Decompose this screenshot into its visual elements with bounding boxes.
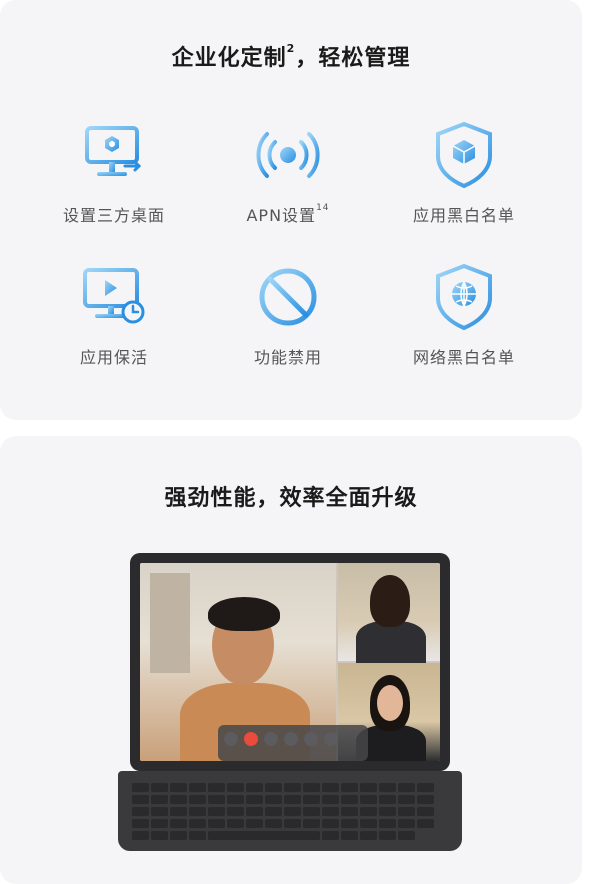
custom-desktop-icon — [85, 126, 142, 176]
feature-app-keepalive: 应用保活 — [24, 262, 204, 368]
network-whitelist-shield-icon — [436, 263, 492, 331]
side-video-participant-1 — [338, 563, 440, 663]
feature-network-whitelist: 网络黑白名单 — [374, 262, 554, 368]
person-hair — [208, 597, 280, 631]
app-keepalive-icon — [83, 268, 145, 324]
keyboard-row — [132, 825, 417, 840]
keyboard-row — [132, 801, 436, 816]
camera-button[interactable] — [264, 732, 278, 746]
person-suit — [356, 621, 426, 663]
feature-custom-desktop: 设置三方桌面 — [24, 120, 204, 226]
app-whitelist-shield-icon — [436, 121, 492, 189]
add-participant-button[interactable] — [324, 732, 338, 746]
speaker-button[interactable] — [284, 732, 298, 746]
mute-button[interactable] — [224, 732, 238, 746]
video-call-screen — [140, 563, 440, 761]
feature-label: 应用保活 — [79, 348, 148, 367]
hangup-button[interactable] — [244, 732, 258, 746]
apn-signal-icon — [256, 132, 320, 178]
feature-apn-settings: APN设置14 — [198, 120, 378, 226]
enterprise-customization-card: 企业化定制2，轻松管理 设置三方桌面 APN设置14 应用黑白名单 应用保活 功… — [0, 0, 582, 420]
keyboard-row — [132, 777, 436, 792]
feature-label: 应用黑白名单 — [412, 206, 515, 225]
call-control-bar — [218, 725, 368, 761]
section-title-customization: 企业化定制2，轻松管理 — [171, 42, 411, 71]
feature-label: 设置三方桌面 — [62, 206, 165, 225]
feature-label: 功能禁用 — [253, 348, 322, 367]
feature-function-disable: 功能禁用 — [198, 262, 378, 368]
function-disable-icon — [259, 268, 317, 326]
person-hair — [370, 575, 410, 627]
keyboard-row — [132, 789, 436, 804]
feature-app-whitelist: 应用黑白名单 — [374, 120, 554, 226]
switch-camera-button[interactable] — [304, 732, 318, 746]
keyboard-row — [132, 813, 436, 828]
shelf — [150, 573, 190, 673]
feature-label: 网络黑白名单 — [412, 348, 515, 367]
keyboard-cover — [118, 771, 462, 851]
section-title-performance: 强劲性能，效率全面升级 — [164, 486, 418, 511]
person-face — [377, 685, 403, 721]
tablet-image — [130, 553, 450, 771]
feature-label: APN设置14 — [246, 203, 330, 225]
